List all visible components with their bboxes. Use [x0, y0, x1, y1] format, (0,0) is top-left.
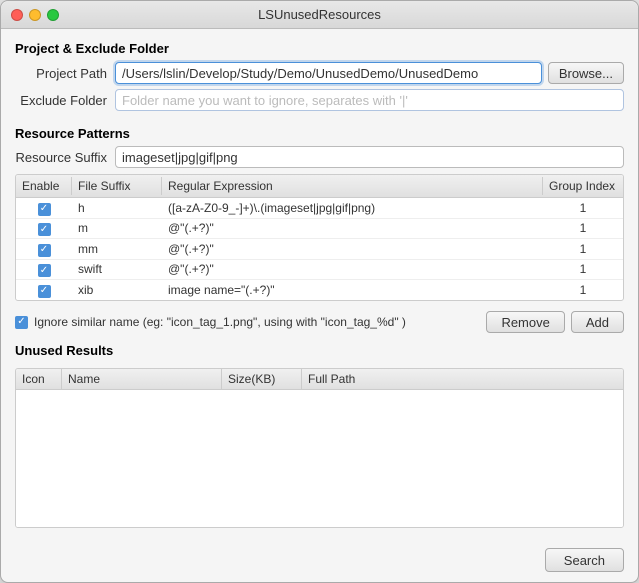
resource-suffix-input[interactable]: [115, 146, 624, 168]
enable-cell: ✓: [16, 260, 72, 280]
col-enable: Enable: [16, 177, 72, 195]
project-path-row: Project Path Browse...: [15, 62, 624, 84]
ignore-row: ✓ Ignore similar name (eg: "icon_tag_1.p…: [15, 311, 624, 333]
add-button[interactable]: Add: [571, 311, 624, 333]
unused-results-section: Unused Results Icon Name Size(KB) Full P…: [15, 343, 624, 528]
maximize-button[interactable]: [47, 9, 59, 21]
main-window: LSUnusedResources Project & Exclude Fold…: [0, 0, 639, 583]
suffix-cell: swift: [72, 260, 162, 278]
regex-cell: image name="(.+?)": [162, 281, 543, 299]
window-title: LSUnusedResources: [258, 7, 381, 22]
results-body: [16, 390, 623, 527]
close-button[interactable]: [11, 9, 23, 21]
suffix-cell: mm: [72, 240, 162, 258]
project-folder-section: Project & Exclude Folder Project Path Br…: [15, 41, 624, 116]
resource-suffix-label: Resource Suffix: [15, 150, 115, 165]
content-area: Project & Exclude Folder Project Path Br…: [1, 29, 638, 540]
enable-checkbox[interactable]: ✓: [38, 244, 51, 257]
search-button[interactable]: Search: [545, 548, 624, 572]
col-size: Size(KB): [222, 369, 302, 389]
group-cell: 1: [543, 199, 623, 217]
group-cell: 1: [543, 240, 623, 258]
enable-cell: ✓: [16, 198, 72, 218]
minimize-button[interactable]: [29, 9, 41, 21]
resource-patterns-title: Resource Patterns: [15, 126, 624, 141]
enable-checkbox[interactable]: ✓: [38, 264, 51, 277]
exclude-folder-input[interactable]: [115, 89, 624, 111]
table-row: ✓ swift @"(.+?)" 1: [16, 260, 623, 281]
group-cell: 1: [543, 281, 623, 299]
project-path-input[interactable]: [115, 62, 542, 84]
table-row: ✓ h ([a-zA-Z0-9_-]+)\.(imageset|jpg|gif|…: [16, 198, 623, 219]
regex-cell: ([a-zA-Z0-9_-]+)\.(imageset|jpg|gif|png): [162, 199, 543, 217]
titlebar: LSUnusedResources: [1, 1, 638, 29]
table-row: ✓ xib image name="(.+?)" 1: [16, 280, 623, 300]
col-regex: Regular Expression: [162, 177, 543, 195]
resource-patterns-section: Resource Patterns Resource Suffix Enable…: [15, 126, 624, 301]
enable-checkbox[interactable]: ✓: [38, 223, 51, 236]
ignore-checkbox[interactable]: ✓: [15, 316, 28, 329]
enable-checkbox[interactable]: ✓: [38, 203, 51, 216]
table-row: ✓ m @"(.+?)" 1: [16, 219, 623, 240]
col-name: Name: [62, 369, 222, 389]
patterns-table: Enable File Suffix Regular Expression Gr…: [15, 174, 624, 301]
regex-cell: @"(.+?)": [162, 260, 543, 278]
exclude-folder-row: Exclude Folder: [15, 89, 624, 111]
bottom-bar: Search: [1, 540, 638, 582]
unused-results-title: Unused Results: [15, 343, 624, 358]
col-icon: Icon: [16, 369, 62, 389]
results-table-header: Icon Name Size(KB) Full Path: [16, 369, 623, 390]
resource-suffix-row: Resource Suffix: [15, 146, 624, 168]
regex-cell: @"(.+?)": [162, 240, 543, 258]
col-file-suffix: File Suffix: [72, 177, 162, 195]
col-group-index: Group Index: [543, 177, 623, 195]
col-full-path: Full Path: [302, 369, 623, 389]
remove-button[interactable]: Remove: [486, 311, 564, 333]
project-path-label: Project Path: [15, 66, 115, 81]
group-cell: 1: [543, 260, 623, 278]
enable-checkbox[interactable]: ✓: [38, 285, 51, 298]
enable-cell: ✓: [16, 280, 72, 300]
table-row: ✓ mm @"(.+?)" 1: [16, 239, 623, 260]
group-cell: 1: [543, 219, 623, 237]
regex-cell: @"(.+?)": [162, 219, 543, 237]
ignore-label: Ignore similar name (eg: "icon_tag_1.png…: [34, 315, 480, 329]
traffic-lights: [11, 9, 59, 21]
enable-cell: ✓: [16, 219, 72, 239]
suffix-cell: xib: [72, 281, 162, 299]
exclude-folder-label: Exclude Folder: [15, 93, 115, 108]
project-folder-title: Project & Exclude Folder: [15, 41, 624, 56]
results-table: Icon Name Size(KB) Full Path: [15, 368, 624, 528]
enable-cell: ✓: [16, 239, 72, 259]
browse-button[interactable]: Browse...: [548, 62, 624, 84]
suffix-cell: h: [72, 199, 162, 217]
patterns-table-header: Enable File Suffix Regular Expression Gr…: [16, 175, 623, 198]
suffix-cell: m: [72, 219, 162, 237]
